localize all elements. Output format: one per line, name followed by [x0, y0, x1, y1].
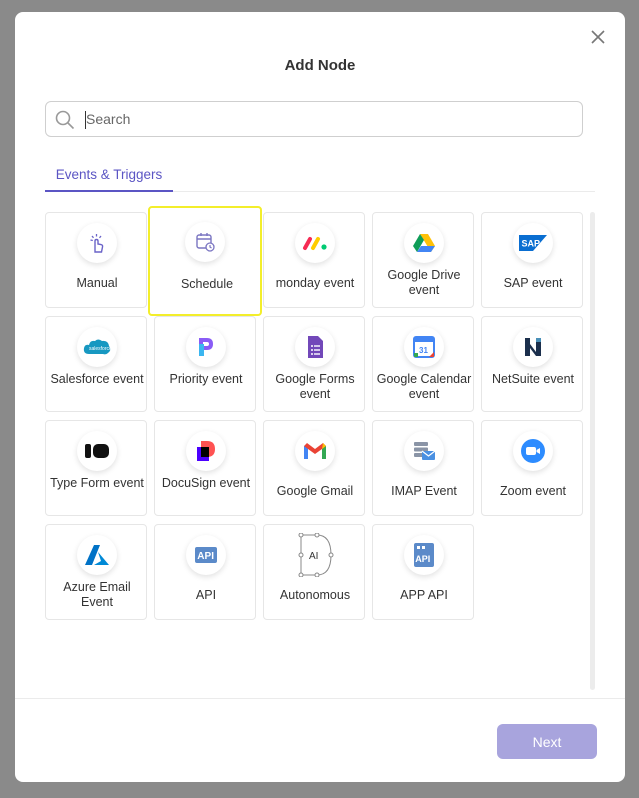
node-label: Autonomous — [279, 588, 351, 602]
azure-logo-icon — [77, 535, 117, 575]
sap-logo-icon: SAP — [513, 223, 553, 263]
imap-mail-icon — [404, 431, 444, 471]
node-card-autonomous[interactable]: AI Autonomous — [263, 524, 365, 620]
api-badge-icon: API — [186, 535, 226, 575]
priority-logo-icon — [186, 327, 226, 367]
dialog-title: Add Node — [284, 57, 356, 74]
node-label: monday event — [275, 276, 355, 290]
node-label: Type Form event — [50, 476, 144, 490]
tab-events-triggers[interactable]: Events & Triggers — [45, 162, 173, 192]
node-label: Zoom event — [499, 484, 566, 498]
add-node-dialog: Add Node Events & Triggers Manual Schedul… — [15, 12, 625, 782]
node-card-priority-event[interactable]: Priority event — [154, 316, 256, 412]
node-card-sap-event[interactable]: SAP SAP event — [481, 212, 583, 308]
node-card-docusign-event[interactable]: DocuSign event — [154, 420, 256, 516]
node-label: DocuSign event — [161, 476, 251, 490]
node-label: Google Forms event — [275, 372, 355, 401]
search-icon — [55, 110, 75, 130]
node-card-manual[interactable]: Manual — [45, 212, 147, 308]
node-label: APP API — [400, 588, 448, 602]
next-button[interactable]: Next — [497, 724, 597, 759]
svg-text:SAP: SAP — [522, 239, 541, 249]
app-api-icon: API — [404, 535, 444, 575]
svg-text:API: API — [415, 554, 430, 564]
node-card-imap-event[interactable]: IMAP Event — [372, 420, 474, 516]
svg-text:salesforce: salesforce — [89, 346, 112, 352]
svg-text:AI: AI — [309, 551, 318, 562]
docusign-logo-icon — [186, 431, 226, 471]
monday-logo-icon — [295, 223, 335, 263]
node-card-monday-event[interactable]: monday event — [263, 212, 365, 308]
node-label: Schedule — [180, 277, 234, 291]
node-label: IMAP Event — [391, 484, 457, 498]
node-card-google-drive-event[interactable]: Google Drive event — [372, 212, 474, 308]
node-card-schedule[interactable]: Schedule — [148, 206, 262, 316]
svg-text:31: 31 — [419, 346, 428, 355]
node-card-netsuite-event[interactable]: NetSuite event — [481, 316, 583, 412]
netsuite-logo-icon — [513, 327, 553, 367]
calendar-clock-icon — [185, 222, 225, 262]
node-label: SAP event — [503, 276, 563, 290]
search-input[interactable] — [86, 108, 566, 130]
node-label: Google Gmail — [276, 484, 354, 498]
node-card-google-forms-event[interactable]: Google Forms event — [263, 316, 365, 412]
node-card-google-gmail[interactable]: Google Gmail — [263, 420, 365, 516]
node-card-google-calendar-event[interactable]: 31 Google Calendar event — [372, 316, 474, 412]
google-calendar-icon: 31 — [404, 327, 444, 367]
typeform-logo-icon — [77, 431, 117, 471]
node-card-zoom-event[interactable]: Zoom event — [481, 420, 583, 516]
hand-pointer-icon — [77, 223, 117, 263]
ai-node-icon: AI — [295, 533, 335, 577]
node-card-app-api[interactable]: API APP API — [372, 524, 474, 620]
google-forms-icon — [295, 327, 335, 367]
node-card-api[interactable]: API API — [154, 524, 256, 620]
search-box[interactable] — [45, 101, 583, 137]
node-card-azure-email-event[interactable]: Azure Email Event — [45, 524, 147, 620]
close-icon[interactable] — [589, 28, 607, 46]
node-label: Priority event — [169, 372, 243, 386]
node-grid: Manual Schedule monday event Google Drive e… — [45, 206, 595, 690]
node-label: Google Drive event — [387, 268, 461, 297]
node-label: Google Calendar event — [376, 372, 472, 401]
node-label: Azure Email Event — [63, 580, 131, 609]
svg-text:API: API — [197, 551, 214, 562]
node-label: API — [195, 588, 217, 602]
node-label: Salesforce event — [50, 372, 144, 386]
node-label: NetSuite event — [492, 372, 574, 386]
salesforce-cloud-icon: salesforce — [77, 327, 117, 367]
scrollbar[interactable] — [590, 212, 595, 690]
tab-bar: Events & Triggers — [45, 162, 595, 192]
node-label: Manual — [76, 276, 118, 290]
gmail-icon — [295, 431, 335, 471]
node-card-salesforce-event[interactable]: salesforce Salesforce event — [45, 316, 147, 412]
zoom-camera-icon — [513, 431, 553, 471]
footer-divider — [15, 698, 625, 699]
node-card-type-form-event[interactable]: Type Form event — [45, 420, 147, 516]
google-drive-icon — [404, 223, 444, 263]
